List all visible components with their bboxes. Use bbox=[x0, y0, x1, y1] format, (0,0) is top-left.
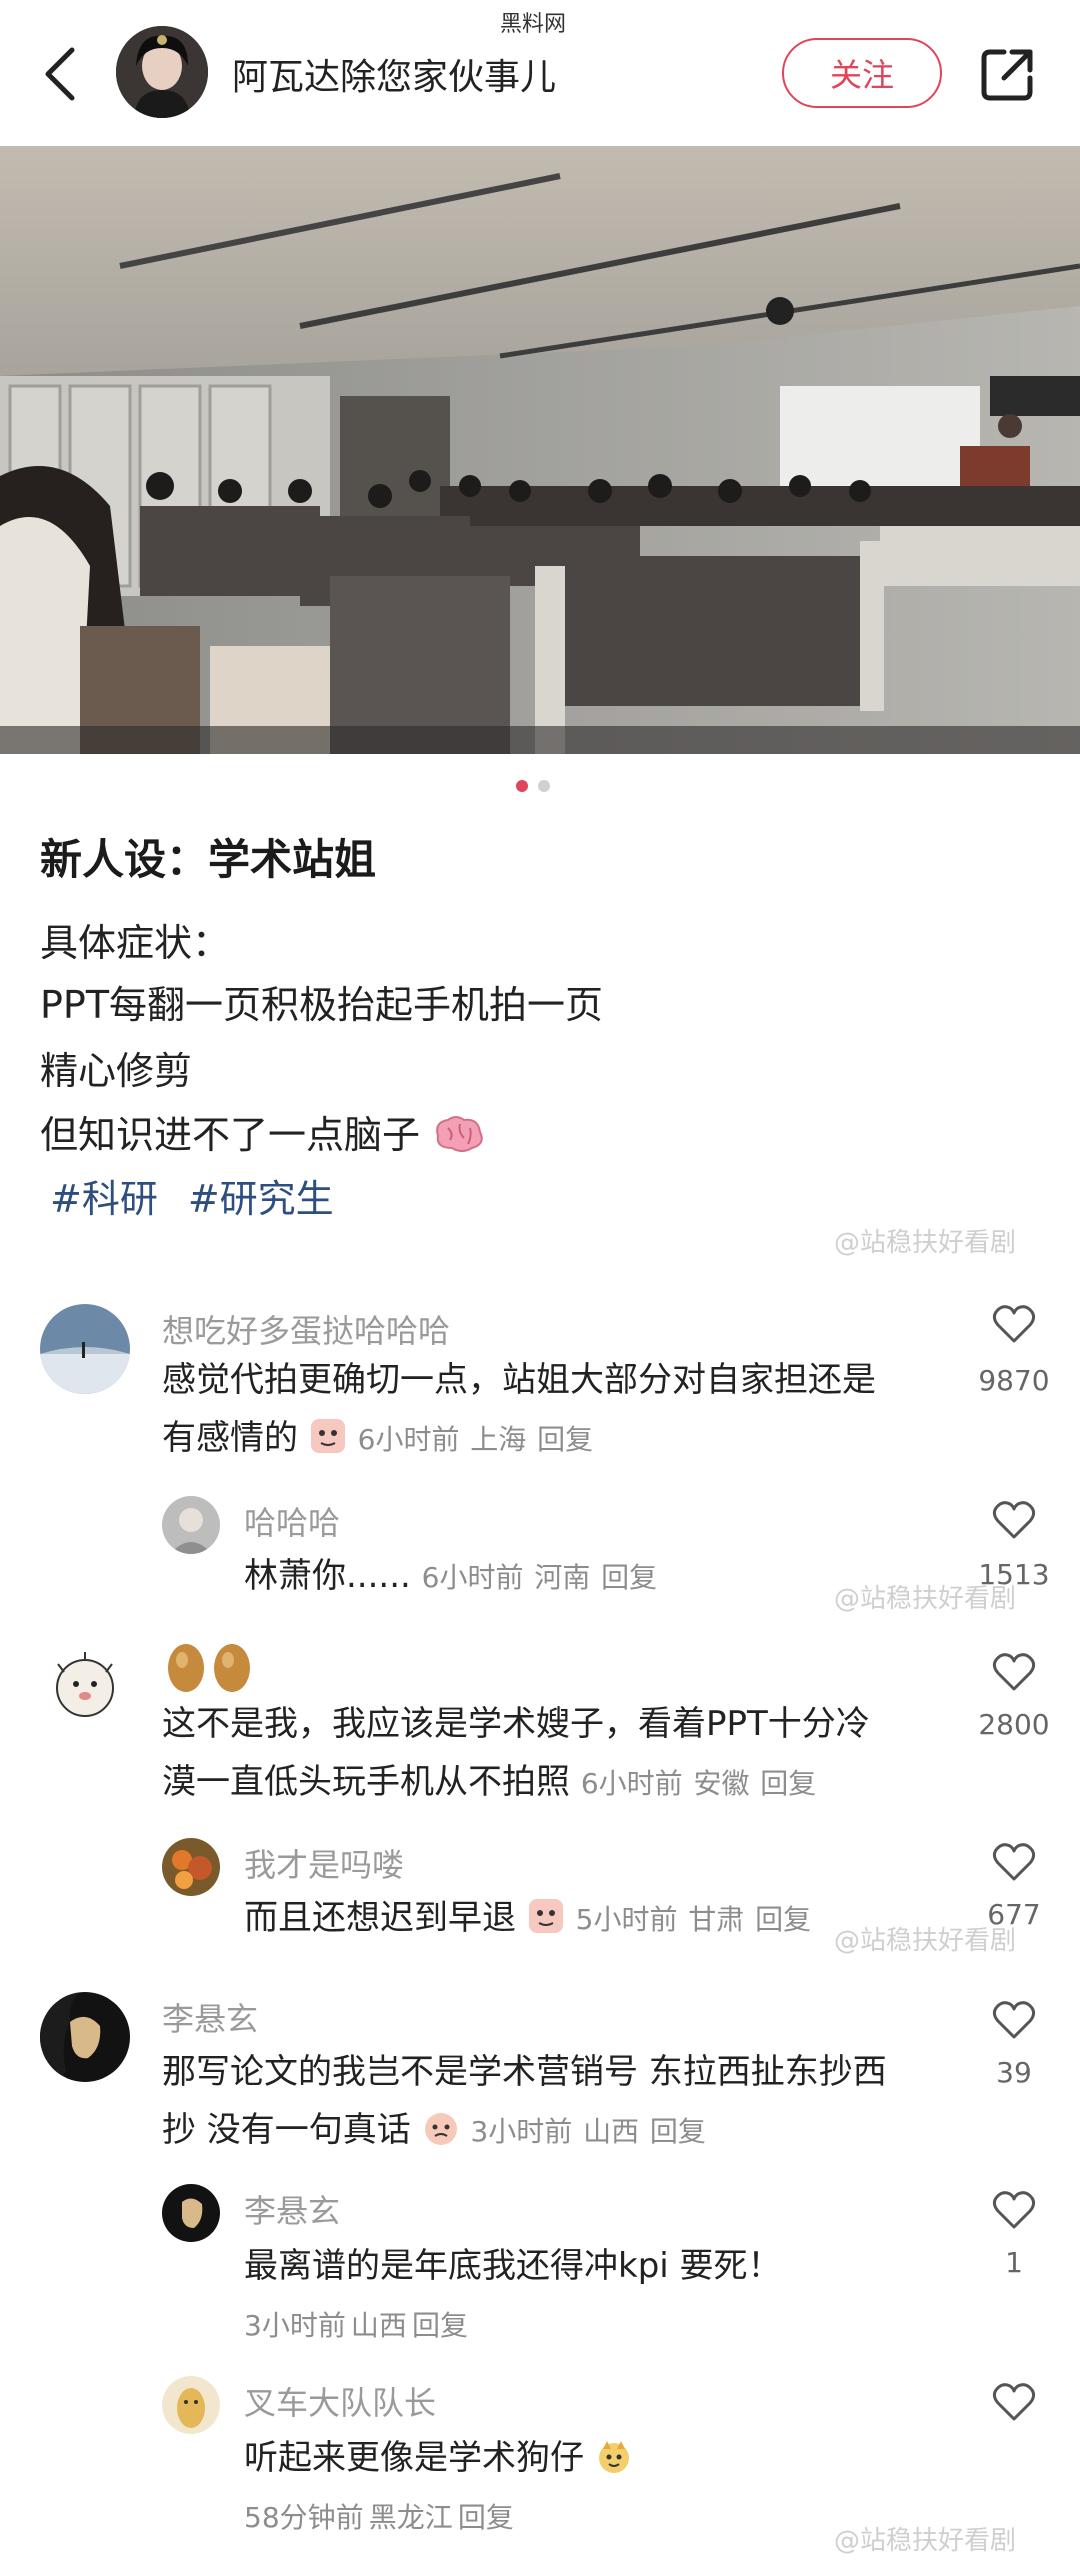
like-count: 39 bbox=[996, 2056, 1032, 2089]
reply-button[interactable]: 回复 bbox=[601, 1561, 657, 1594]
reply-button[interactable]: 回复 bbox=[760, 1767, 816, 1800]
comment-username[interactable]: 想吃好多蛋挞哈哈哈 bbox=[162, 1306, 450, 1352]
post-line: PPT每翻一页积极抬起手机拍一页 bbox=[40, 983, 604, 1027]
comment-line: 林萧你...... 6小时前 河南 回复 bbox=[244, 1548, 657, 1606]
tag-keyan[interactable]: #科研 bbox=[50, 1168, 158, 1223]
heart-outline-icon[interactable] bbox=[992, 1500, 1036, 1540]
comment-location: 甘肃 bbox=[688, 1903, 745, 1936]
heart-outline-icon[interactable] bbox=[992, 1842, 1036, 1882]
comment-username[interactable]: 李悬玄 bbox=[244, 2186, 340, 2232]
comment-location: 河南 bbox=[534, 1561, 591, 1594]
watermark: @站稳扶好看剧 bbox=[834, 2526, 1017, 2556]
comment-location: 山西 bbox=[583, 2115, 640, 2148]
comment-line: 漠一直低头玩手机从不拍照 6小时前 安徽 回复 bbox=[162, 1754, 816, 1812]
peanut-emoji-icon bbox=[168, 1644, 250, 1692]
carousel-indicator bbox=[516, 780, 550, 794]
watermark: @站稳扶好看剧 bbox=[834, 1228, 1017, 1258]
avatar[interactable] bbox=[162, 1838, 220, 1896]
avatar[interactable] bbox=[162, 2184, 220, 2242]
reply-button[interactable]: 回复 bbox=[458, 2501, 514, 2534]
emoji-icon bbox=[310, 1419, 345, 1453]
reply-button[interactable]: 回复 bbox=[650, 2115, 706, 2148]
comment-time: 3小时前 bbox=[244, 2309, 346, 2342]
comment-text: 感觉代拍更确切一点，站姐大部分对自家担还是 bbox=[162, 1360, 876, 1400]
follow-button[interactable]: 关注 bbox=[782, 38, 942, 108]
like-count: 677 bbox=[987, 1898, 1041, 1931]
reply-button[interactable]: 回复 bbox=[537, 1423, 593, 1456]
avatar[interactable] bbox=[40, 1644, 130, 1734]
comment-text: 这不是我，我应该是学术嫂子，看着PPT十分冷 bbox=[162, 1704, 870, 1744]
comment-line: 听起来更像是学术狗仔 bbox=[244, 2430, 633, 2486]
comment-username[interactable]: 李悬玄 bbox=[162, 1994, 258, 2040]
heart-outline-icon[interactable] bbox=[992, 1652, 1036, 1692]
like-count: 2800 bbox=[978, 1708, 1050, 1741]
comment-time: 6小时前 bbox=[580, 1767, 683, 1800]
comment-time: 6小时前 bbox=[357, 1423, 460, 1456]
comment-time: 5小时前 bbox=[575, 1903, 678, 1936]
author-name[interactable]: 阿瓦达除您家伙事儿 bbox=[232, 48, 556, 100]
heart-outline-icon[interactable] bbox=[992, 2190, 1036, 2230]
site-watermark: 黑料网 bbox=[500, 12, 567, 37]
avatar[interactable] bbox=[162, 2376, 220, 2434]
comment-username-emoji[interactable] bbox=[162, 1642, 262, 1698]
reply-button[interactable]: 回复 bbox=[755, 1903, 811, 1936]
emoji-icon bbox=[528, 1899, 563, 1933]
avatar[interactable] bbox=[162, 1496, 220, 1554]
comment-location: 山西 bbox=[350, 2309, 407, 2342]
post-line: 具体症状： bbox=[40, 921, 231, 965]
comment-text: 最离谱的是年底我还得冲kpi 要死！ bbox=[244, 2246, 782, 2286]
comment-text: 那写论文的我岂不是学术营销号 东拉西扯东抄西 bbox=[162, 2052, 887, 2092]
post-line: 精心修剪 bbox=[40, 1049, 193, 1093]
heart-outline-icon[interactable] bbox=[992, 2382, 1036, 2422]
heart-outline-icon[interactable] bbox=[992, 2000, 1036, 2040]
post-line: 但知识进不了一点脑子 bbox=[40, 1113, 421, 1157]
author-avatar[interactable] bbox=[116, 26, 208, 118]
reply-button[interactable]: 回复 bbox=[412, 2309, 468, 2342]
brain-emoji-icon bbox=[436, 1116, 483, 1152]
comment-time: 6小时前 bbox=[421, 1561, 524, 1594]
comment-location: 安徽 bbox=[693, 1767, 750, 1800]
comment-text: 漠一直低头玩手机从不拍照 bbox=[162, 1762, 570, 1802]
comment-text: 而且还想迟到早退 bbox=[244, 1898, 516, 1938]
like-count: 1513 bbox=[978, 1558, 1050, 1591]
share-icon[interactable] bbox=[978, 44, 1038, 104]
tag-yanjiusheng[interactable]: #研究生 bbox=[188, 1168, 334, 1223]
comment-line: 有感情的 6小时前 上海 回复 bbox=[162, 1410, 593, 1468]
comment-line: 抄 没有一句真话 3小时前 山西 回复 bbox=[162, 2102, 706, 2160]
tag-list: #科研 #研究生 bbox=[50, 1168, 334, 1223]
post-photo[interactable] bbox=[0, 146, 1080, 754]
comment-time: 58分钟前 bbox=[244, 2501, 364, 2534]
post-line-with-emoji: 但知识进不了一点脑子 bbox=[40, 1104, 486, 1159]
like-count: 1 bbox=[1005, 2246, 1023, 2279]
comment-meta: 3小时前 山西 回复 bbox=[244, 2304, 468, 2344]
comment-meta: 58分钟前 黑龙江 回复 bbox=[244, 2496, 514, 2536]
like-count: 9870 bbox=[978, 1364, 1050, 1397]
comment-line: 而且还想迟到早退 5小时前 甘肃 回复 bbox=[244, 1890, 811, 1948]
comment-username[interactable]: 哈哈哈 bbox=[244, 1498, 340, 1544]
comment-location: 上海 bbox=[470, 1423, 527, 1456]
avatar[interactable] bbox=[40, 1304, 130, 1394]
comment-time: 3小时前 bbox=[470, 2115, 573, 2148]
comment-username[interactable]: 叉车大队队长 bbox=[244, 2378, 436, 2424]
comment-text: 林萧你...... bbox=[244, 1556, 411, 1596]
comment-username[interactable]: 我才是吗喽 bbox=[244, 1840, 404, 1886]
back-chevron-icon[interactable] bbox=[38, 44, 82, 104]
avatar[interactable] bbox=[40, 1992, 130, 2082]
comment-location: 黑龙江 bbox=[368, 2501, 453, 2534]
comment-text: 有感情的 bbox=[162, 1418, 298, 1458]
emoji-icon bbox=[424, 2113, 457, 2145]
post-title: 新人设：学术站姐 bbox=[40, 835, 377, 884]
comment-text: 听起来更像是学术狗仔 bbox=[244, 2438, 584, 2478]
emoji-icon bbox=[598, 2441, 629, 2473]
heart-outline-icon[interactable] bbox=[992, 1304, 1036, 1344]
carousel-dot-active[interactable] bbox=[516, 780, 528, 792]
carousel-dot[interactable] bbox=[538, 780, 550, 792]
comment-text: 抄 没有一句真话 bbox=[162, 2110, 411, 2150]
